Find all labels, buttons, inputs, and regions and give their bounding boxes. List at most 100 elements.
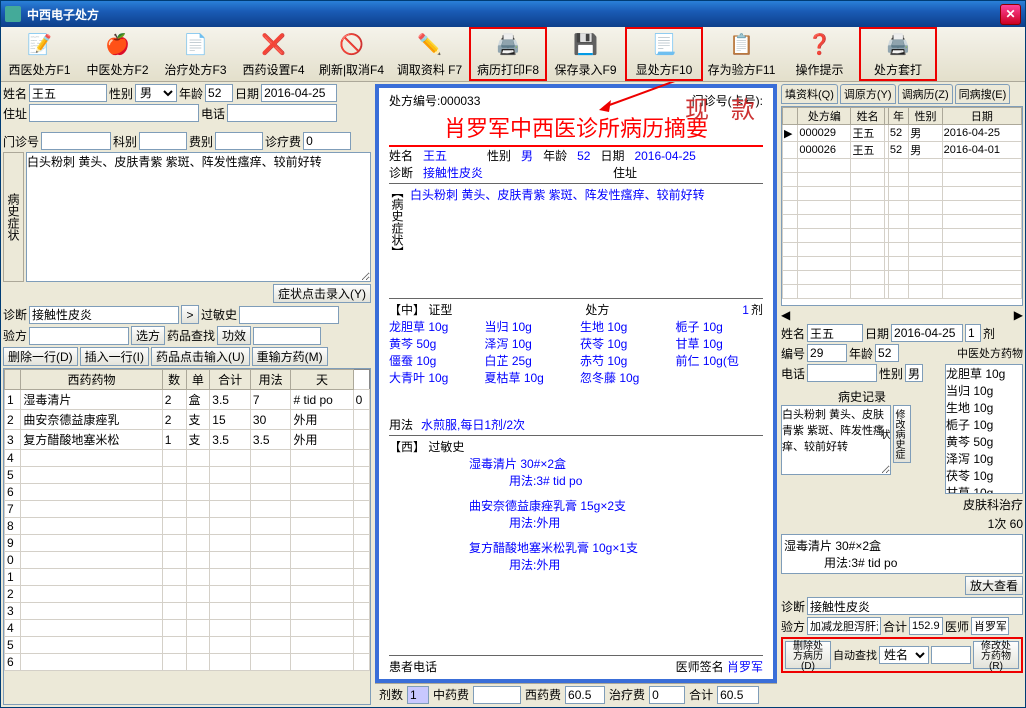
r-hist[interactable]: 白头粉刺 黄头、皮肤青紫 紫斑、阵发性瘙痒、较前好转 bbox=[781, 405, 891, 475]
diag-expand[interactable]: > bbox=[181, 305, 199, 324]
toolbar-西药设置F4[interactable]: ❌西药设置F4 bbox=[235, 27, 313, 81]
addr-input[interactable] bbox=[29, 104, 199, 122]
enlarge-button[interactable]: 放大查看 bbox=[965, 576, 1023, 595]
diag-label: 诊断 bbox=[3, 306, 27, 323]
toolbar-处方套打[interactable]: 🖨️处方套打 bbox=[859, 27, 937, 81]
rx-input[interactable] bbox=[29, 327, 129, 345]
table-row[interactable]: 1湿毒清片2盒3.57# tid po0 bbox=[5, 390, 370, 410]
drug-grid[interactable]: 西药药物数单合计用法天1湿毒清片2盒3.57# tid po02曲安奈德益康痤乳… bbox=[4, 369, 370, 671]
symptoms-text[interactable]: 白头粉刺 黄头、皮肤青紫 紫斑、阵发性瘙痒、较前好转 bbox=[26, 152, 371, 282]
r-doses[interactable] bbox=[965, 324, 981, 342]
st-doses[interactable] bbox=[407, 686, 429, 704]
r-diag-lbl: 诊断 bbox=[781, 598, 805, 615]
table-row[interactable]: 8 bbox=[5, 518, 370, 535]
sex-label: 性别 bbox=[109, 85, 133, 102]
dept-input[interactable] bbox=[139, 132, 187, 150]
toolbar-中医处方F2[interactable]: 🍎中医处方F2 bbox=[79, 27, 157, 81]
tab-2[interactable]: 调病历(Z) bbox=[898, 84, 953, 104]
symptom-entry-button[interactable]: 症状点击录入(Y) bbox=[273, 284, 371, 303]
r-rx[interactable] bbox=[807, 617, 881, 635]
feetype-input[interactable] bbox=[215, 132, 263, 150]
table-row[interactable]: 4 bbox=[5, 450, 370, 467]
delrx-button[interactable]: 删除处方病历(D) bbox=[785, 641, 831, 669]
effect-button[interactable]: 功效 bbox=[217, 326, 251, 345]
操作提示-icon: ❓ bbox=[806, 31, 834, 59]
diagfee-input[interactable] bbox=[303, 132, 351, 150]
table-row[interactable]: 5 bbox=[5, 637, 370, 654]
table-row[interactable]: ▶000029王五52男2016-04-25 bbox=[783, 125, 1022, 142]
r-name[interactable] bbox=[807, 324, 863, 342]
r-west: 湿毒清片 30#×2盒 用法:3# tid po bbox=[781, 534, 1023, 574]
drugsearch-input[interactable] bbox=[253, 327, 321, 345]
date-label: 日期 bbox=[235, 85, 259, 102]
toolbar-病历打印F8[interactable]: 🖨️病历打印F8 bbox=[469, 27, 547, 81]
tab-3[interactable]: 同病搜(E) bbox=[955, 84, 1011, 104]
table-row[interactable]: 6 bbox=[5, 484, 370, 501]
doses-val: 1 bbox=[742, 303, 749, 317]
table-row[interactable]: 5 bbox=[5, 467, 370, 484]
table-row[interactable]: 6 bbox=[5, 654, 370, 671]
r-phone[interactable] bbox=[807, 364, 877, 382]
history-grid[interactable]: 处方编姓名年性别日期▶000029王五52男2016-04-25000026王五… bbox=[782, 107, 1022, 299]
toolbar-操作提示[interactable]: ❓操作提示 bbox=[781, 27, 859, 81]
table-row[interactable]: 0 bbox=[5, 552, 370, 569]
r-histlbl: 病史记录 bbox=[781, 388, 943, 405]
select-rx-button[interactable]: 选方 bbox=[131, 326, 165, 345]
r-sex[interactable] bbox=[905, 364, 923, 382]
search-by[interactable]: 姓名 bbox=[879, 646, 929, 664]
st-west[interactable] bbox=[565, 686, 605, 704]
table-row[interactable]: 3复方醋酸地塞米松1支3.53.5外用 bbox=[5, 430, 370, 450]
toolbar-刷新|取消F4[interactable]: 🚫刷新|取消F4 bbox=[313, 27, 391, 81]
处方套打-icon: 🖨️ bbox=[884, 31, 912, 59]
r-total-lbl: 合计 bbox=[883, 618, 907, 635]
phone-label: 电话 bbox=[201, 105, 225, 122]
p-name-lbl: 姓名 bbox=[389, 147, 413, 164]
date-input[interactable] bbox=[261, 84, 337, 102]
diag-input[interactable] bbox=[29, 306, 179, 324]
r-age[interactable] bbox=[875, 344, 899, 362]
outno-input[interactable] bbox=[41, 132, 111, 150]
st-zh[interactable] bbox=[473, 686, 521, 704]
close-button[interactable]: ✕ bbox=[1000, 4, 1021, 25]
table-row[interactable]: 7 bbox=[5, 501, 370, 518]
allergy-input[interactable] bbox=[239, 306, 339, 324]
toolbar-存为验方F11[interactable]: 📋存为验方F11 bbox=[703, 27, 781, 81]
rerx-button[interactable]: 重输方药(M) bbox=[252, 347, 328, 366]
sex-select[interactable]: 男 bbox=[135, 84, 177, 102]
age-input[interactable] bbox=[205, 84, 233, 102]
table-row[interactable]: 2曲安奈德益康痤乳2支1530外用 bbox=[5, 410, 370, 430]
r-date[interactable] bbox=[891, 324, 963, 342]
存为验方F11-icon: 📋 bbox=[728, 31, 756, 59]
delrow-button[interactable]: 删除一行(D) bbox=[3, 347, 78, 366]
table-row[interactable]: 1 bbox=[5, 569, 370, 586]
table-row[interactable]: 4 bbox=[5, 620, 370, 637]
p-sex: 男 bbox=[521, 147, 533, 164]
search-input[interactable] bbox=[931, 646, 971, 664]
tab-0[interactable]: 填资料(Q) bbox=[781, 84, 838, 104]
toolbar-保存录入F9[interactable]: 💾保存录入F9 bbox=[547, 27, 625, 81]
table-row[interactable]: 3 bbox=[5, 603, 370, 620]
table-row[interactable]: 2 bbox=[5, 586, 370, 603]
p-age-lbl: 年龄 bbox=[543, 147, 567, 164]
tab-1[interactable]: 调原方(Y) bbox=[840, 84, 896, 104]
table-row[interactable]: 000026王五52男2016-04-01 bbox=[783, 142, 1022, 159]
toolbar-治疗处方F3[interactable]: 📄治疗处方F3 bbox=[157, 27, 235, 81]
toolbar-调取资料 F7[interactable]: ✏️调取资料 F7 bbox=[391, 27, 469, 81]
name-input[interactable] bbox=[29, 84, 107, 102]
modrx-button[interactable]: 修改处方药物(R) bbox=[973, 641, 1019, 669]
r-no[interactable] bbox=[807, 344, 847, 362]
toolbar-西医处方F1[interactable]: 📝西医处方F1 bbox=[1, 27, 79, 81]
r-total[interactable] bbox=[909, 617, 943, 635]
r-doc[interactable] bbox=[971, 617, 1009, 635]
insrow-button[interactable]: 插入一行(I) bbox=[80, 347, 149, 366]
r-diag[interactable] bbox=[807, 597, 1023, 615]
st-treat[interactable] bbox=[649, 686, 685, 704]
table-row[interactable]: 9 bbox=[5, 535, 370, 552]
病历打印F8-icon: 🖨️ bbox=[494, 31, 522, 59]
toolbar-显处方F10[interactable]: 📃显处方F10 bbox=[625, 27, 703, 81]
phone-input[interactable] bbox=[227, 104, 337, 122]
allergy-label: 过敏史 bbox=[201, 306, 237, 323]
modsymp-button[interactable]: 修改病史症状 bbox=[893, 405, 911, 463]
druginput-button[interactable]: 药品点击输入(U) bbox=[151, 347, 250, 366]
st-total[interactable] bbox=[717, 686, 759, 704]
